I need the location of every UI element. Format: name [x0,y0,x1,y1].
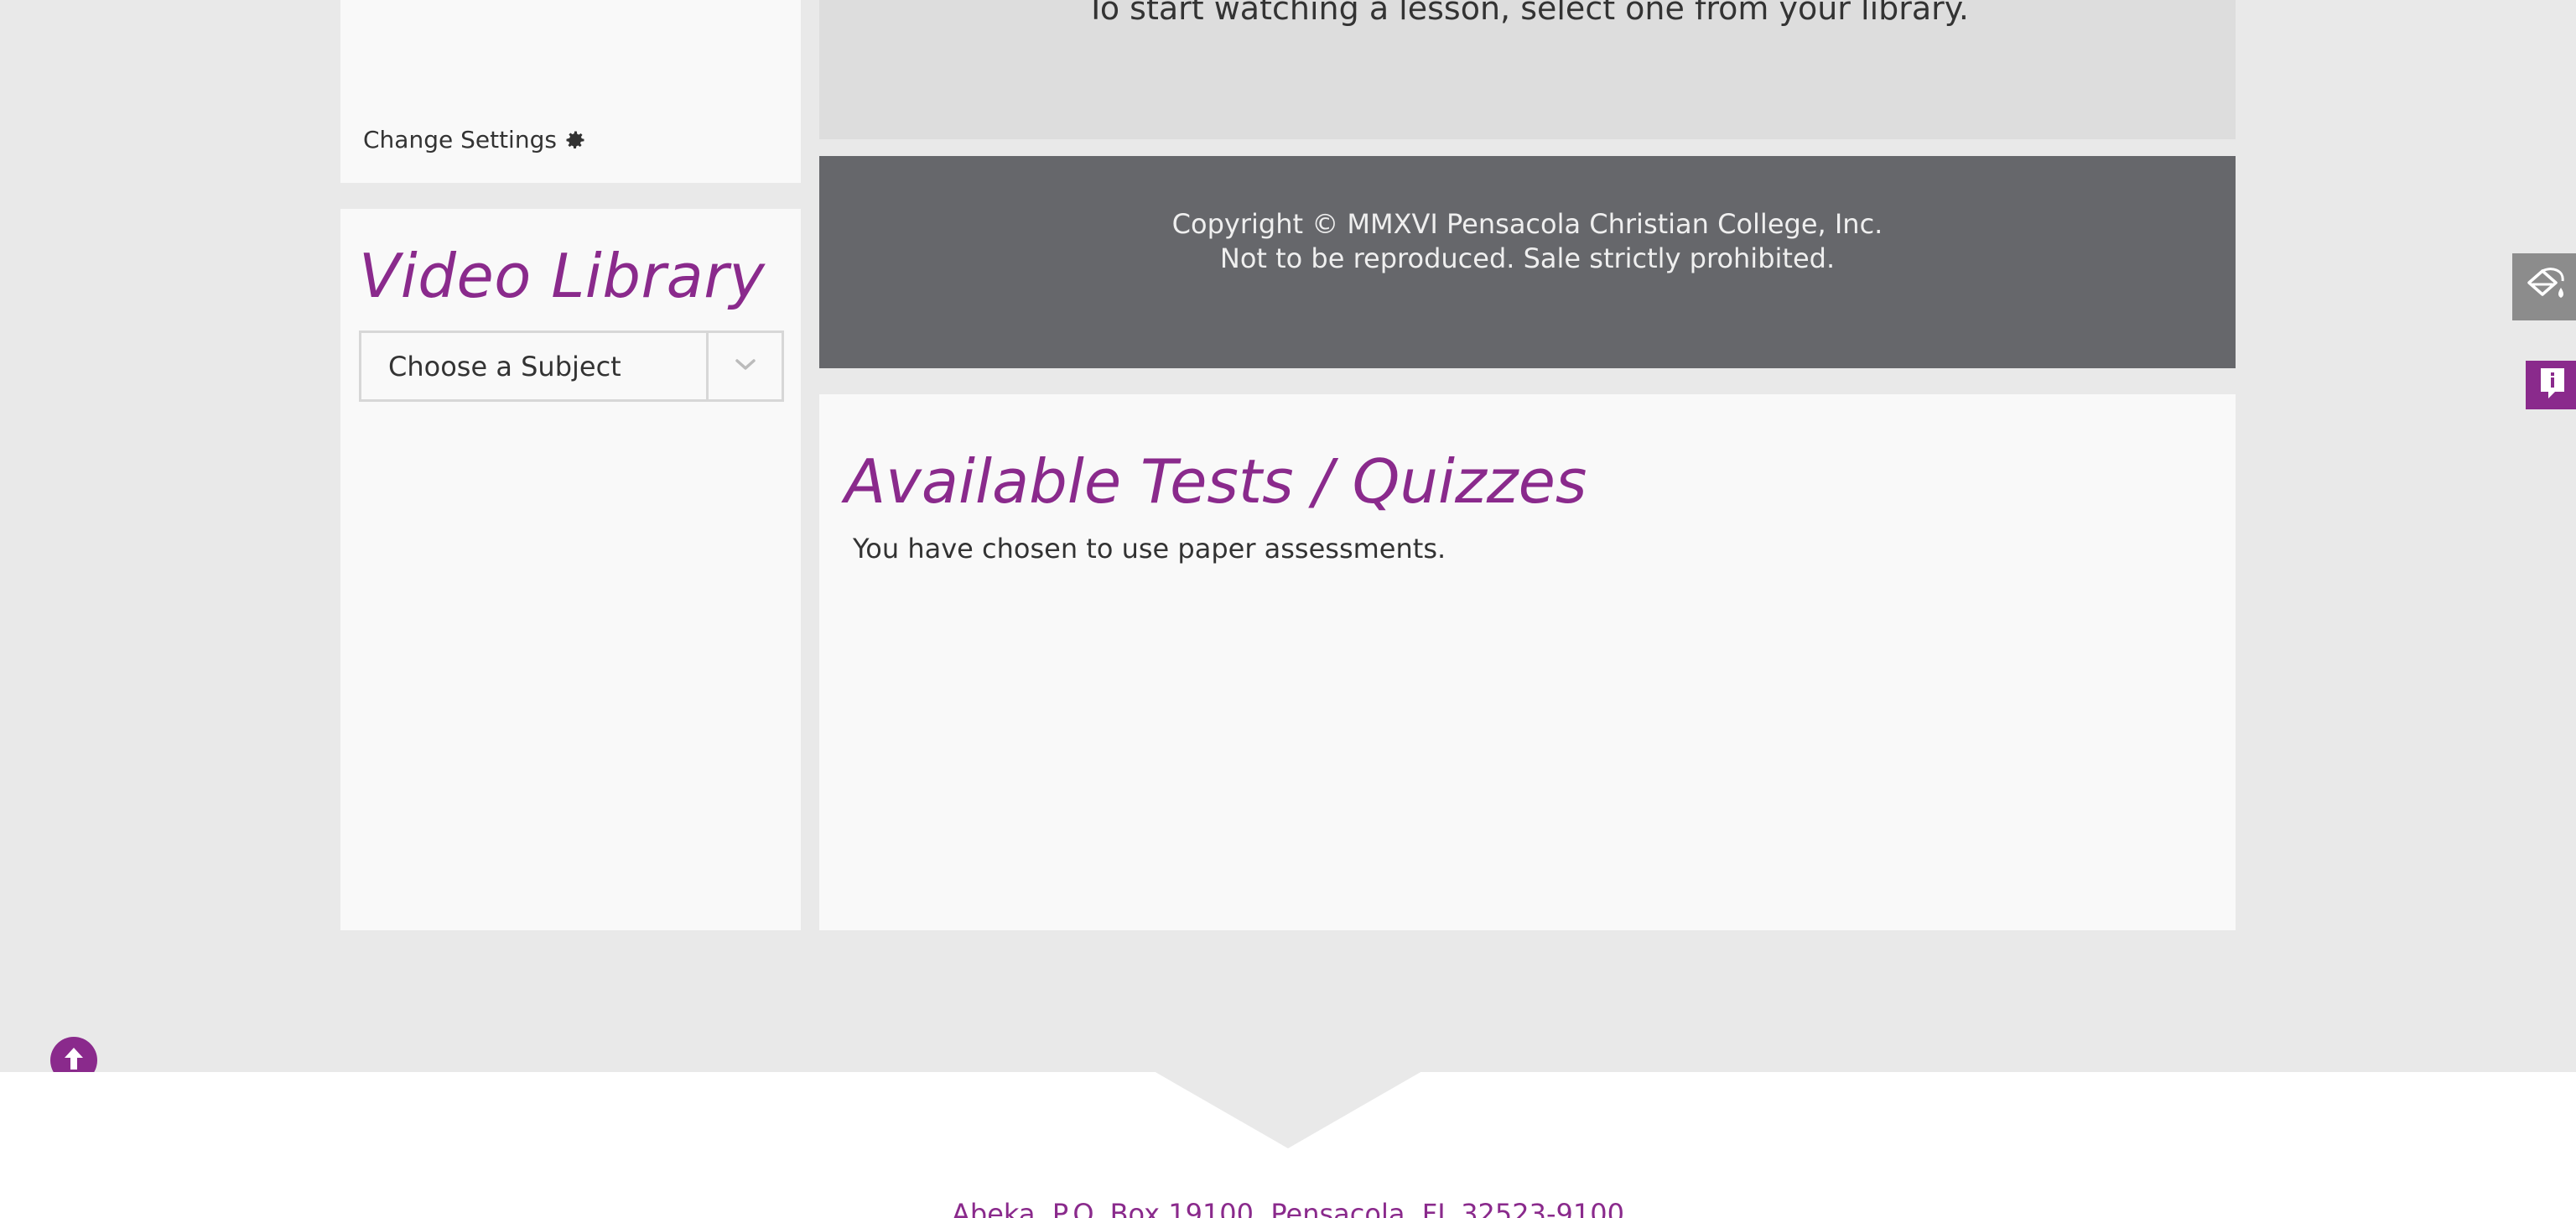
tests-quizzes-message: You have chosen to use paper assessments… [853,533,1446,565]
paint-bucket-icon [2524,266,2568,308]
reproduction-notice: Not to be reproduced. Sale strictly proh… [1219,242,1836,274]
copyright-band: Copyright © MMXVI Pensacola Christian Co… [819,156,2236,368]
info-side-tab[interactable] [2526,361,2576,409]
info-icon [2538,366,2567,404]
tests-quizzes-panel: Available Tests / Quizzes You have chose… [819,394,2236,930]
subject-select[interactable]: Choose a Subject [359,331,784,402]
copyright-line: Copyright © MMXVI Pensacola Christian Co… [1171,208,1883,240]
footer-address: Abeka, P.O. Box 19100, Pensacola, FL 325… [952,1198,1624,1218]
subject-select-value: Choose a Subject [388,350,621,383]
chevron-down-icon [734,357,757,376]
change-settings-label: Change Settings [363,126,557,154]
video-empty-message: To start watching a lesson, select one f… [1086,0,1969,27]
footer-notch [1154,1071,1422,1148]
change-settings-link[interactable]: Change Settings [363,126,587,154]
tests-quizzes-title: Available Tests / Quizzes [844,446,1587,517]
video-library-title: Video Library [359,241,766,311]
video-player-area: To start watching a lesson, select one f… [819,0,2236,139]
page: Change Settings Video Library Choose a S… [0,0,2576,1218]
theme-side-tab[interactable] [2512,253,2576,320]
settings-panel: Change Settings [340,0,801,183]
gear-icon [564,128,587,152]
video-library-panel: Video Library Choose a Subject [340,209,801,930]
subject-select-toggle[interactable] [706,333,782,399]
